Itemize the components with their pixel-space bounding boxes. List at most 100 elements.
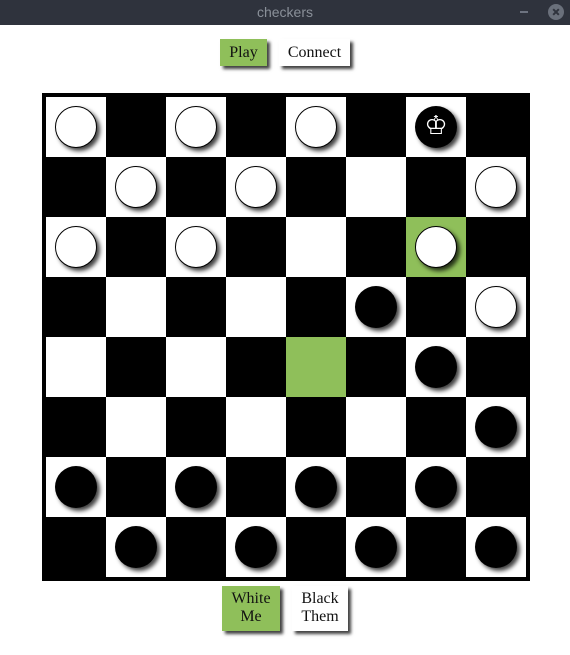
- board-square[interactable]: [226, 277, 286, 337]
- board-square[interactable]: [166, 457, 226, 517]
- board-square[interactable]: [226, 457, 286, 517]
- board-square[interactable]: [106, 517, 166, 577]
- board-square[interactable]: [286, 97, 346, 157]
- board-square[interactable]: [346, 337, 406, 397]
- board-square[interactable]: [166, 217, 226, 277]
- checkers-board: ♔: [42, 93, 530, 581]
- black-piece[interactable]: [55, 466, 97, 508]
- board-square[interactable]: [166, 397, 226, 457]
- white-piece[interactable]: [55, 226, 97, 268]
- white-piece[interactable]: [475, 166, 517, 208]
- board-square[interactable]: [46, 517, 106, 577]
- title-bar: checkers: [0, 0, 570, 25]
- board-square[interactable]: [466, 217, 526, 277]
- board-square[interactable]: [346, 517, 406, 577]
- board-square[interactable]: [346, 457, 406, 517]
- white-piece[interactable]: [235, 166, 277, 208]
- board-square[interactable]: [106, 457, 166, 517]
- black-piece[interactable]: [415, 466, 457, 508]
- board-square[interactable]: [46, 397, 106, 457]
- board-square[interactable]: [466, 457, 526, 517]
- board-square[interactable]: [106, 277, 166, 337]
- board-square[interactable]: [406, 277, 466, 337]
- board-square-highlighted[interactable]: [286, 337, 346, 397]
- white-piece[interactable]: [175, 226, 217, 268]
- black-piece[interactable]: [175, 466, 217, 508]
- board-square[interactable]: [106, 157, 166, 217]
- board-square[interactable]: [346, 157, 406, 217]
- board-square[interactable]: [226, 157, 286, 217]
- board-square[interactable]: [46, 217, 106, 277]
- black-piece-king[interactable]: ♔: [415, 106, 457, 148]
- board-square[interactable]: [166, 157, 226, 217]
- white-owner-label: Me: [240, 608, 262, 625]
- board-square[interactable]: [346, 397, 406, 457]
- white-piece[interactable]: [175, 106, 217, 148]
- black-piece[interactable]: [475, 526, 517, 568]
- board-square[interactable]: [286, 397, 346, 457]
- white-piece[interactable]: [295, 106, 337, 148]
- board-square[interactable]: [466, 277, 526, 337]
- board-square[interactable]: [226, 337, 286, 397]
- white-piece[interactable]: [115, 166, 157, 208]
- board-square[interactable]: [466, 97, 526, 157]
- connect-button-label: Connect: [287, 44, 342, 61]
- board-square[interactable]: [406, 337, 466, 397]
- board-square[interactable]: [286, 217, 346, 277]
- board-square[interactable]: [406, 517, 466, 577]
- board-square[interactable]: [346, 277, 406, 337]
- board-square[interactable]: [46, 337, 106, 397]
- board-square[interactable]: [286, 457, 346, 517]
- board-square[interactable]: [106, 217, 166, 277]
- board-square[interactable]: [46, 277, 106, 337]
- board-square[interactable]: [46, 157, 106, 217]
- board-square[interactable]: [106, 97, 166, 157]
- play-button[interactable]: Play: [220, 39, 267, 66]
- board-square[interactable]: [406, 397, 466, 457]
- board-square[interactable]: [106, 337, 166, 397]
- play-button-label: Play: [229, 44, 258, 61]
- board-square[interactable]: [226, 517, 286, 577]
- board-square[interactable]: [466, 337, 526, 397]
- board-square[interactable]: [466, 157, 526, 217]
- board-square[interactable]: [166, 277, 226, 337]
- black-piece[interactable]: [415, 346, 457, 388]
- board-square[interactable]: [166, 97, 226, 157]
- board-square[interactable]: [286, 277, 346, 337]
- white-player-button[interactable]: White Me: [222, 586, 280, 631]
- board-square[interactable]: [466, 517, 526, 577]
- black-piece[interactable]: [295, 466, 337, 508]
- board-square[interactable]: [286, 157, 346, 217]
- board-square[interactable]: [346, 97, 406, 157]
- board-square[interactable]: [406, 457, 466, 517]
- black-player-button[interactable]: Black Them: [292, 586, 348, 631]
- black-piece[interactable]: [355, 526, 397, 568]
- board-square[interactable]: [466, 397, 526, 457]
- minimize-icon[interactable]: [520, 11, 528, 13]
- board-square[interactable]: [226, 97, 286, 157]
- white-piece[interactable]: [55, 106, 97, 148]
- board-square[interactable]: [106, 397, 166, 457]
- connect-button[interactable]: Connect: [279, 39, 350, 66]
- white-piece[interactable]: [415, 226, 457, 268]
- board-square[interactable]: [226, 397, 286, 457]
- board-square[interactable]: [46, 97, 106, 157]
- black-piece[interactable]: [235, 526, 277, 568]
- board-square[interactable]: [226, 217, 286, 277]
- board-square[interactable]: [46, 457, 106, 517]
- board-square[interactable]: [166, 337, 226, 397]
- black-owner-label: Them: [301, 608, 339, 625]
- board-square[interactable]: [286, 517, 346, 577]
- board-square-highlighted[interactable]: [406, 217, 466, 277]
- black-piece[interactable]: [475, 406, 517, 448]
- board-square[interactable]: [406, 157, 466, 217]
- window-title: checkers: [256, 4, 314, 20]
- board-square[interactable]: [346, 217, 406, 277]
- black-piece[interactable]: [115, 526, 157, 568]
- board-square[interactable]: ♔: [406, 97, 466, 157]
- black-piece[interactable]: [355, 286, 397, 328]
- board-square[interactable]: [166, 517, 226, 577]
- crown-icon: ♔: [424, 111, 448, 141]
- white-piece[interactable]: [475, 286, 517, 328]
- close-icon[interactable]: [548, 4, 564, 20]
